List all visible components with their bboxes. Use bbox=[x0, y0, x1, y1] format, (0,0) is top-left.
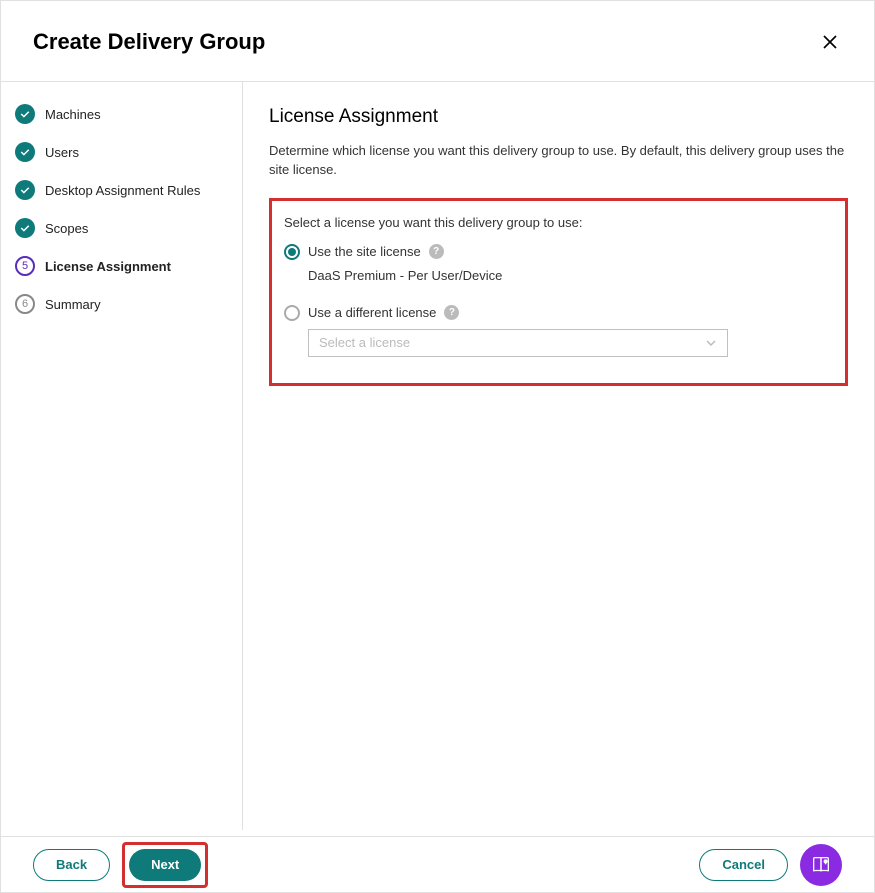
book-lightbulb-icon bbox=[810, 854, 832, 876]
step-machines[interactable]: Machines bbox=[15, 104, 228, 124]
step-label: Summary bbox=[45, 297, 101, 312]
step-number-icon: 5 bbox=[15, 256, 35, 276]
license-select-wrap: Select a license bbox=[308, 329, 833, 357]
footer-left: Back Next bbox=[33, 842, 208, 888]
step-desktop-assignment-rules[interactable]: Desktop Assignment Rules bbox=[15, 180, 228, 200]
next-highlight: Next bbox=[122, 842, 208, 888]
step-scopes[interactable]: Scopes bbox=[15, 218, 228, 238]
back-button[interactable]: Back bbox=[33, 849, 110, 881]
site-license-detail: DaaS Premium - Per User/Device bbox=[308, 268, 833, 283]
select-placeholder: Select a license bbox=[319, 335, 410, 350]
next-button[interactable]: Next bbox=[129, 849, 201, 881]
page-description: Determine which license you want this de… bbox=[269, 142, 848, 180]
checkmark-icon bbox=[15, 142, 35, 162]
license-select[interactable]: Select a license bbox=[308, 329, 728, 357]
checkmark-icon bbox=[15, 180, 35, 200]
radio-use-site-license[interactable]: Use the site license ? bbox=[284, 244, 833, 260]
page-heading: License Assignment bbox=[269, 106, 848, 128]
step-license-assignment[interactable]: 5 License Assignment bbox=[15, 256, 228, 276]
step-label: Users bbox=[45, 145, 79, 160]
close-button[interactable] bbox=[818, 30, 842, 54]
help-icon[interactable]: ? bbox=[444, 305, 459, 320]
dialog-title: Create Delivery Group bbox=[33, 29, 265, 55]
step-label: License Assignment bbox=[45, 259, 171, 274]
license-selection-panel: Select a license you want this delivery … bbox=[269, 198, 848, 386]
main-content: License Assignment Determine which licen… bbox=[243, 82, 874, 830]
dialog-body: Machines Users Desktop Assignment Rules … bbox=[1, 81, 874, 830]
step-label: Machines bbox=[45, 107, 101, 122]
step-label: Scopes bbox=[45, 221, 88, 236]
selection-prompt: Select a license you want this delivery … bbox=[284, 215, 833, 230]
radio-label: Use the site license bbox=[308, 244, 421, 259]
help-icon[interactable]: ? bbox=[429, 244, 444, 259]
wizard-sidebar: Machines Users Desktop Assignment Rules … bbox=[1, 82, 243, 830]
dialog-footer: Back Next Cancel bbox=[1, 836, 874, 892]
step-number-icon: 6 bbox=[15, 294, 35, 314]
dialog-header: Create Delivery Group bbox=[1, 1, 874, 81]
step-users[interactable]: Users bbox=[15, 142, 228, 162]
chevron-down-icon bbox=[705, 337, 717, 349]
radio-icon bbox=[284, 305, 300, 321]
help-fab[interactable] bbox=[800, 844, 842, 886]
close-icon bbox=[821, 33, 839, 51]
radio-label: Use a different license bbox=[308, 305, 436, 320]
checkmark-icon bbox=[15, 218, 35, 238]
step-summary[interactable]: 6 Summary bbox=[15, 294, 228, 314]
cancel-button[interactable]: Cancel bbox=[699, 849, 788, 881]
step-label: Desktop Assignment Rules bbox=[45, 183, 200, 198]
radio-icon bbox=[284, 244, 300, 260]
footer-right: Cancel bbox=[699, 844, 842, 886]
checkmark-icon bbox=[15, 104, 35, 124]
radio-use-different-license[interactable]: Use a different license ? bbox=[284, 305, 833, 321]
